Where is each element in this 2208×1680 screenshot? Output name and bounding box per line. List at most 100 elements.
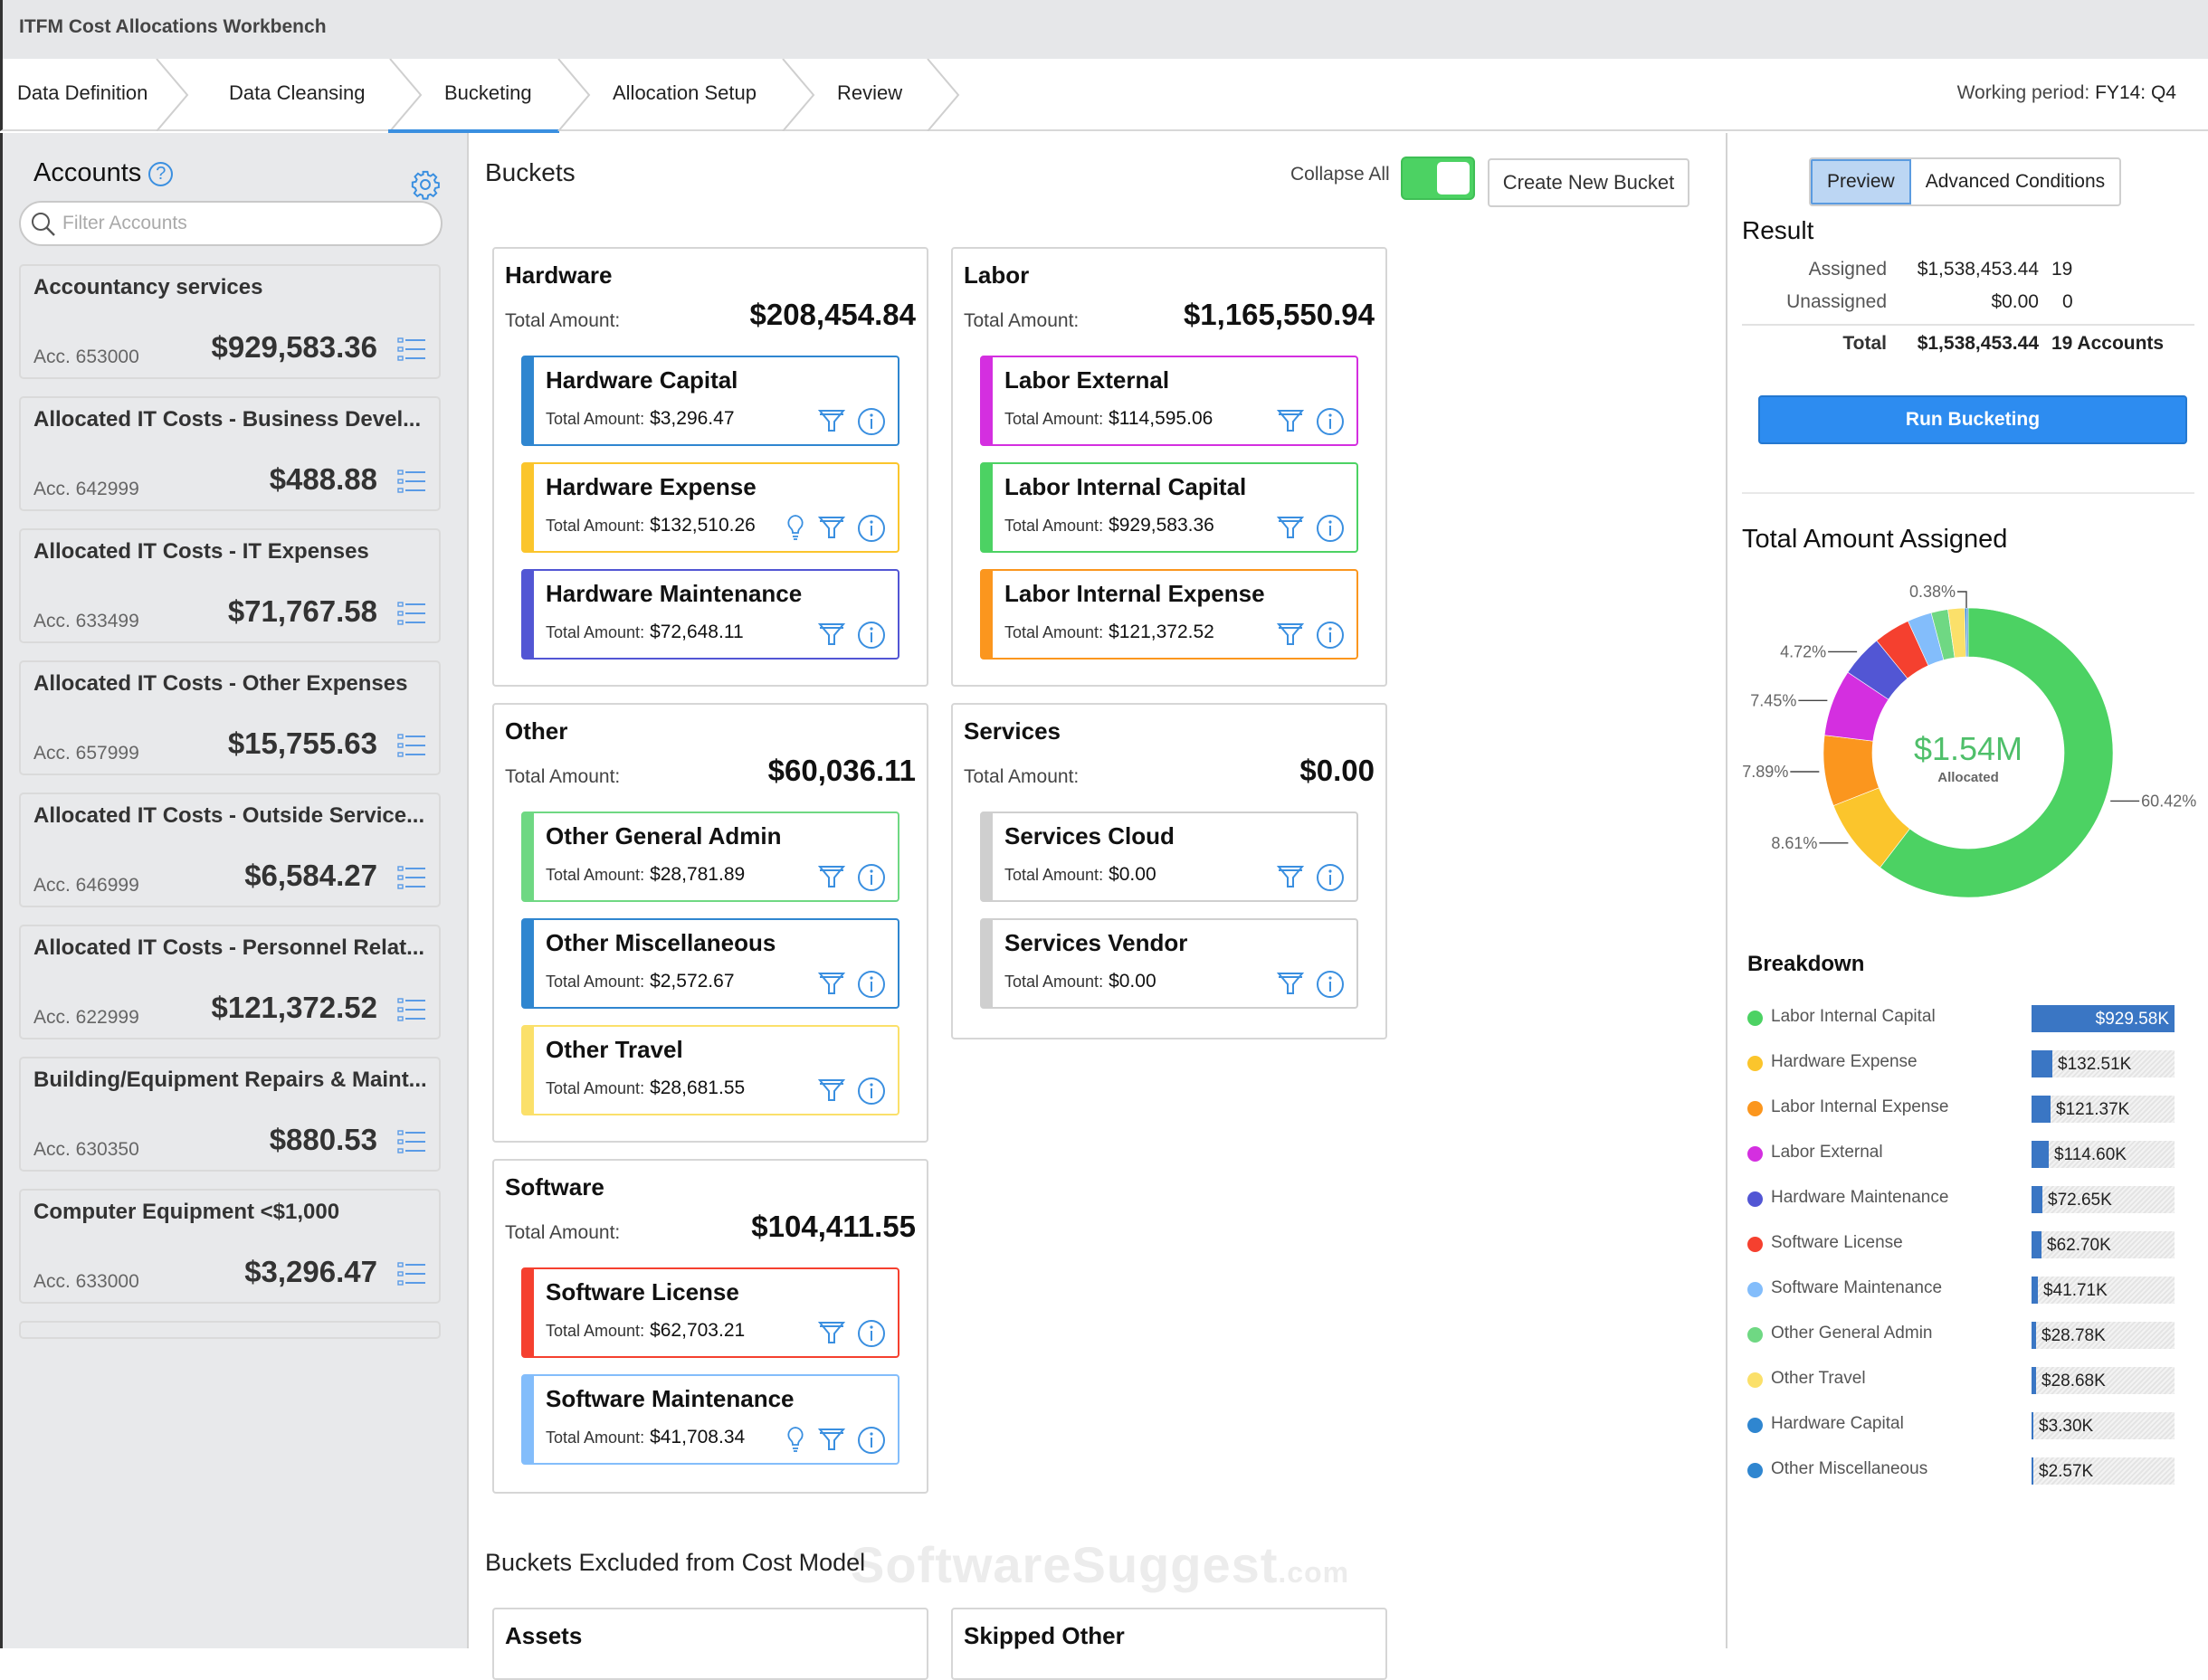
- filter-icon[interactable]: [1275, 860, 1306, 893]
- filter-icon[interactable]: [816, 618, 847, 650]
- breakdown-value: $72.65K: [2048, 1191, 2112, 1210]
- gear-icon[interactable]: [410, 169, 441, 200]
- account-amount: $880.53: [269, 1123, 377, 1156]
- sub-bucket-card[interactable]: Labor Internal Capital Total Amount: $929…: [980, 462, 1358, 553]
- list-details-icon[interactable]: [397, 1128, 426, 1155]
- info-icon[interactable]: [856, 1074, 887, 1106]
- sub-bucket-card[interactable]: Labor External Total Amount: $114,595.06: [980, 356, 1358, 446]
- sub-bucket-card[interactable]: Software License Total Amount: $62,703.21: [521, 1267, 899, 1358]
- breakdown-row: Labor Internal Expense $121.37K: [1746, 1092, 2198, 1137]
- sub-bucket-amount: $121,372.52: [1109, 622, 1214, 642]
- tab-data-cleansing[interactable]: Data Cleansing: [229, 59, 365, 131]
- sub-bucket-card[interactable]: Other Miscellaneous Total Amount: $2,572.…: [521, 918, 899, 1009]
- tab-bucketing[interactable]: Bucketing: [388, 59, 559, 133]
- info-icon[interactable]: [1315, 511, 1346, 544]
- sub-bucket-amount-label: Total Amount:: [546, 1428, 645, 1447]
- collapse-all-toggle[interactable]: [1401, 157, 1475, 200]
- info-icon[interactable]: [1315, 404, 1346, 437]
- info-icon[interactable]: [856, 967, 887, 1000]
- account-card[interactable]: Building/Equipment Repairs & Maint... Ac…: [19, 1057, 441, 1172]
- excluded-group-skipped-other[interactable]: Skipped Other: [951, 1608, 1387, 1680]
- collapse-all-label: Collapse All: [1290, 164, 1390, 185]
- account-number: Acc. 646999: [33, 875, 139, 896]
- breakdown-value: $121.37K: [2056, 1100, 2130, 1119]
- advanced-conditions-tab[interactable]: Advanced Conditions: [1911, 159, 2119, 204]
- excluded-buckets-title: Buckets Excluded from Cost Model: [485, 1549, 866, 1576]
- preview-tab[interactable]: Preview: [1811, 159, 1911, 204]
- sub-bucket-card[interactable]: Labor Internal Expense Total Amount: $121…: [980, 569, 1358, 660]
- filter-icon[interactable]: [816, 1074, 847, 1106]
- account-card[interactable]: Allocated IT Costs - Personnel Relat... …: [19, 925, 441, 1039]
- donut-slice[interactable]: [1966, 607, 1969, 658]
- account-amount: $71,767.58: [227, 594, 377, 628]
- sub-bucket-card[interactable]: Other General Admin Total Amount: $28,781…: [521, 812, 899, 902]
- sub-bucket-name: Software License: [546, 1278, 739, 1305]
- sub-bucket-card[interactable]: Services Vendor Total Amount: $0.00: [980, 918, 1358, 1009]
- tab-allocation-setup[interactable]: Allocation Setup: [613, 59, 757, 131]
- list-details-icon[interactable]: [397, 732, 426, 759]
- list-details-icon[interactable]: [397, 996, 426, 1023]
- list-details-icon[interactable]: [397, 600, 426, 627]
- filter-accounts-input[interactable]: [62, 210, 424, 237]
- list-details-icon[interactable]: [397, 864, 426, 891]
- bucket-group-total: $1,165,550.94: [1183, 298, 1375, 331]
- breakdown-bar-fill: [2032, 1277, 2038, 1304]
- account-card[interactable]: Allocated IT Costs - Business Devel... A…: [19, 396, 441, 511]
- create-new-bucket-button[interactable]: Create New Bucket: [1488, 158, 1689, 207]
- breakdown-row: Other Travel $28.68K: [1746, 1363, 2198, 1409]
- breakdown-value: $3.30K: [2039, 1417, 2094, 1436]
- lightbulb-icon[interactable]: [784, 1423, 807, 1456]
- result-row-assigned: Assigned $1,538,453.44 19: [1742, 255, 2194, 288]
- account-name: Accountancy services: [33, 275, 263, 299]
- lightbulb-icon[interactable]: [784, 511, 807, 544]
- sub-bucket-actions: [816, 967, 887, 1000]
- account-card[interactable]: Allocated IT Costs - Other Expenses Acc.…: [19, 660, 441, 775]
- excluded-group-assets[interactable]: Assets: [492, 1608, 928, 1680]
- tab-review[interactable]: Review: [837, 59, 902, 131]
- run-bucketing-button[interactable]: Run Bucketing: [1758, 395, 2187, 444]
- sub-bucket-actions: [784, 511, 887, 544]
- list-details-icon[interactable]: [397, 468, 426, 495]
- legend-dot-icon: [1747, 1463, 1763, 1478]
- sub-bucket-card[interactable]: Other Travel Total Amount: $28,681.55: [521, 1025, 899, 1115]
- info-icon[interactable]: [856, 860, 887, 893]
- info-icon[interactable]: [1315, 967, 1346, 1000]
- breakdown-bar-track: $2.57K: [2032, 1457, 2175, 1485]
- account-card[interactable]: [19, 1321, 441, 1339]
- info-icon[interactable]: [856, 1316, 887, 1349]
- sub-bucket-card[interactable]: Services Cloud Total Amount: $0.00: [980, 812, 1358, 902]
- filter-icon[interactable]: [1275, 511, 1306, 544]
- filter-icon[interactable]: [1275, 618, 1306, 650]
- tab-data-definition[interactable]: Data Definition: [17, 59, 148, 131]
- filter-icon[interactable]: [1275, 404, 1306, 437]
- breakdown-bar-fill: [2032, 1096, 2051, 1123]
- account-card[interactable]: Allocated IT Costs - IT Expenses Acc. 63…: [19, 528, 441, 643]
- sub-bucket-card[interactable]: Hardware Maintenance Total Amount: $72,64…: [521, 569, 899, 660]
- filter-icon[interactable]: [816, 860, 847, 893]
- info-icon[interactable]: [1315, 860, 1346, 893]
- breakdown-label: Hardware Maintenance: [1771, 1188, 1949, 1207]
- info-icon[interactable]: [1315, 618, 1346, 650]
- list-details-icon[interactable]: [397, 1260, 426, 1287]
- preview-panel: Preview Advanced Conditions Result Assig…: [1726, 133, 2208, 1648]
- filter-icon[interactable]: [816, 404, 847, 437]
- filter-icon[interactable]: [816, 1316, 847, 1349]
- info-icon[interactable]: [856, 511, 887, 544]
- sub-bucket-card[interactable]: Hardware Capital Total Amount: $3,296.47: [521, 356, 899, 446]
- info-icon[interactable]: [856, 404, 887, 437]
- account-card[interactable]: Computer Equipment <$1,000 Acc. 633000 $…: [19, 1189, 441, 1304]
- account-card[interactable]: Allocated IT Costs - Outside Service... …: [19, 793, 441, 907]
- sub-bucket-amount: $0.00: [1109, 864, 1156, 885]
- info-icon[interactable]: [856, 1423, 887, 1456]
- filter-icon[interactable]: [816, 511, 847, 544]
- info-icon[interactable]: [856, 618, 887, 650]
- sub-bucket-card[interactable]: Hardware Expense Total Amount: $132,510.2…: [521, 462, 899, 553]
- filter-icon[interactable]: [1275, 967, 1306, 1000]
- help-icon[interactable]: ?: [148, 162, 174, 186]
- sub-bucket-card[interactable]: Software Maintenance Total Amount: $41,70…: [521, 1374, 899, 1465]
- filter-icon[interactable]: [816, 967, 847, 1000]
- account-card[interactable]: Accountancy services Acc. 653000 $929,58…: [19, 264, 441, 379]
- divider: [1742, 492, 2194, 494]
- filter-icon[interactable]: [816, 1423, 847, 1456]
- list-details-icon[interactable]: [397, 336, 426, 363]
